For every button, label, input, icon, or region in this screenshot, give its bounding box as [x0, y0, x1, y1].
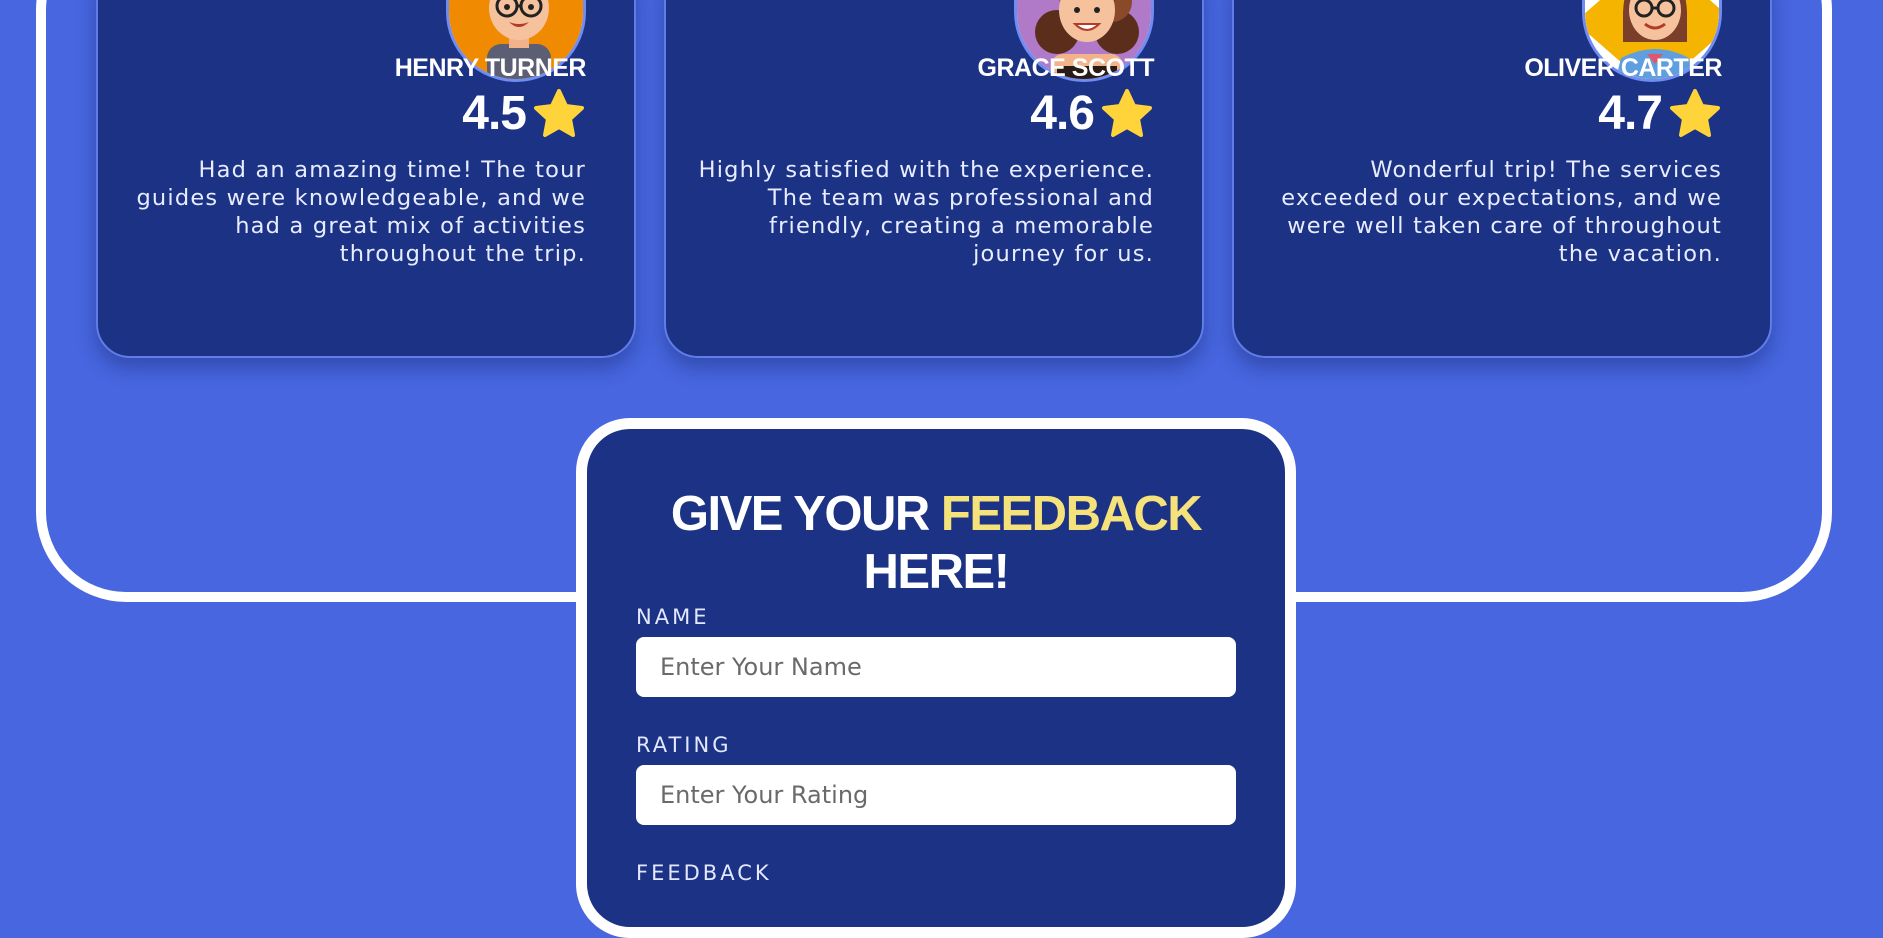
- rating-value: 4.6: [1030, 87, 1095, 140]
- feedback-label: FEEDBACK: [636, 861, 772, 885]
- reviewer-name: HENRY TURNER: [394, 54, 587, 82]
- form-title-part1: GIVE YOUR: [670, 487, 941, 541]
- reviewer-name: OLIVER CARTER: [1524, 54, 1722, 82]
- rating-label: RATING: [636, 733, 732, 757]
- rating-value: 4.7: [1598, 87, 1663, 140]
- testimonial-card: HENRY TURNER 4.5 Had an amazing time! Th…: [96, 0, 636, 358]
- review-text: Highly satisfied with the experience. Th…: [698, 157, 1154, 267]
- name-label: NAME: [636, 605, 710, 629]
- form-title-accent: FEEDBACK: [940, 487, 1203, 541]
- rating-row: 4.5: [462, 86, 586, 141]
- review-text: Had an amazing time! The tour guides wer…: [136, 157, 586, 267]
- rating-row: 4.6: [1030, 86, 1154, 141]
- star-icon: [534, 88, 584, 137]
- name-input[interactable]: [636, 637, 1236, 697]
- testimonial-card: GRACE SCOTT 4.6 Highly satisfied with th…: [664, 0, 1204, 358]
- form-title-part2: HERE!: [863, 545, 1010, 599]
- review-text: Wonderful trip! The services exceeded ou…: [1281, 157, 1722, 267]
- testimonial-card: OLIVER CARTER 4.7 Wonderful trip! The se…: [1232, 0, 1772, 358]
- rating-row: 4.7: [1598, 86, 1722, 141]
- rating-input[interactable]: [636, 765, 1236, 825]
- star-icon: [1670, 88, 1720, 137]
- reviewer-name: GRACE SCOTT: [977, 54, 1155, 82]
- form-title: GIVE YOUR FEEDBACK HERE!: [587, 485, 1285, 601]
- feedback-form: GIVE YOUR FEEDBACK HERE! NAME RATING FEE…: [576, 418, 1296, 938]
- star-icon: [1102, 88, 1152, 137]
- rating-value: 4.5: [462, 87, 527, 140]
